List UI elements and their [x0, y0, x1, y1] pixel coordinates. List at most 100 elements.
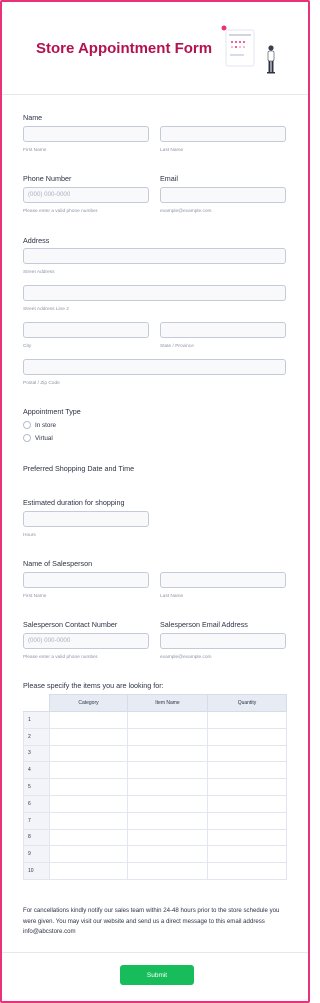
address-label: Address: [23, 236, 50, 245]
form-header: Store Appointment Form: [2, 2, 308, 95]
phone-input[interactable]: (000) 000-0000: [23, 187, 149, 203]
last-name-input[interactable]: [160, 126, 286, 142]
street-address-input[interactable]: [23, 248, 286, 264]
cell-item-name-input[interactable]: [127, 794, 208, 813]
name-label: Name: [23, 113, 43, 122]
salesperson-last-name-sublabel: Last Name: [160, 594, 184, 599]
email-sublabel: example@example.com: [160, 209, 212, 214]
table-row: 10: [23, 862, 287, 880]
table-row: 3: [23, 744, 287, 763]
cell-item-name-input[interactable]: [127, 845, 208, 864]
row-number: 8: [23, 828, 50, 847]
radio-virtual-label: Virtual: [35, 434, 53, 442]
cell-item-name-input[interactable]: [127, 711, 208, 729]
salesperson-phone-input[interactable]: (000) 000-0000: [23, 633, 149, 649]
cell-quantity-input[interactable]: [207, 778, 287, 796]
state-input[interactable]: [160, 322, 286, 338]
row-number: 5: [23, 778, 50, 796]
city-sublabel: City: [23, 344, 32, 349]
cell-category-input[interactable]: [49, 845, 128, 864]
cell-quantity-input[interactable]: [207, 811, 287, 830]
cell-category-input[interactable]: [49, 744, 128, 763]
appointment-calendar-illustration-icon: [221, 25, 275, 74]
cell-category-input[interactable]: [49, 862, 128, 880]
radio-virtual[interactable]: Virtual: [23, 433, 53, 443]
salesperson-email-sublabel: example@example.com: [160, 655, 212, 660]
salesperson-email-input[interactable]: [160, 633, 286, 649]
radio-circle-icon: [23, 434, 31, 442]
appointment-type-label: Appointment Type: [23, 407, 81, 416]
city-input[interactable]: [23, 322, 149, 338]
table-row: 2: [23, 727, 287, 746]
items-table: Category Item Name Quantity 1 2 3 4 5 6 7 8 9 10: [23, 694, 287, 880]
row-number: 6: [23, 794, 50, 813]
salesperson-email-label: Salesperson Email Address: [160, 620, 248, 629]
postal-code-sublabel: Postal / Zip Code: [23, 381, 60, 386]
street-address-line2-input[interactable]: [23, 285, 286, 301]
cell-category-input[interactable]: [49, 727, 128, 746]
table-row: 6: [23, 794, 287, 813]
postal-code-input[interactable]: [23, 359, 286, 375]
email-input[interactable]: [160, 187, 286, 203]
state-sublabel: State / Province: [160, 344, 194, 349]
cell-quantity-input[interactable]: [207, 727, 287, 746]
form-title: Store Appointment Form: [36, 40, 213, 57]
table-row: 1: [23, 711, 287, 729]
cell-quantity-input[interactable]: [207, 711, 287, 729]
cell-category-input[interactable]: [49, 811, 128, 830]
radio-in-store-label: In store: [35, 421, 56, 429]
radio-circle-icon: [23, 421, 31, 429]
street-address-sublabel: Street Address: [23, 270, 55, 275]
phone-placeholder: (000) 000-0000: [28, 191, 71, 198]
first-name-input[interactable]: [23, 126, 149, 142]
cell-item-name-input[interactable]: [127, 862, 208, 880]
phone-sublabel: Please enter a valid phone number.: [23, 209, 99, 214]
row-number: 4: [23, 761, 50, 780]
column-header-category: Category: [49, 694, 128, 712]
cell-category-input[interactable]: [49, 711, 128, 729]
street-address-line2-sublabel: Street Address Line 2: [23, 307, 69, 312]
row-number: 2: [23, 727, 50, 746]
cell-quantity-input[interactable]: [207, 744, 287, 763]
preferred-date-label: Preferred Shopping Date and Time: [23, 464, 135, 473]
submit-button[interactable]: Submit: [120, 965, 194, 985]
cell-item-name-input[interactable]: [127, 727, 208, 746]
cell-quantity-input[interactable]: [207, 794, 287, 813]
phone-label: Phone Number: [23, 174, 72, 183]
cell-item-name-input[interactable]: [127, 778, 208, 796]
cell-category-input[interactable]: [49, 828, 128, 847]
first-name-sublabel: First Name: [23, 148, 47, 153]
duration-sublabel: Hours: [23, 533, 36, 538]
cell-category-input[interactable]: [49, 778, 128, 796]
column-header-item-name: Item Name: [127, 694, 208, 712]
table-corner-cell: [23, 694, 50, 712]
cell-quantity-input[interactable]: [207, 761, 287, 780]
salesperson-last-name-input[interactable]: [160, 572, 286, 588]
salesperson-phone-label: Salesperson Contact Number: [23, 620, 118, 629]
table-row: 4: [23, 761, 287, 780]
salesperson-phone-sublabel: Please enter a valid phone number.: [23, 655, 99, 660]
cell-quantity-input[interactable]: [207, 845, 287, 864]
duration-label: Estimated duration for shopping: [23, 498, 125, 507]
cell-item-name-input[interactable]: [127, 744, 208, 763]
cell-item-name-input[interactable]: [127, 761, 208, 780]
items-label: Please specify the items you are looking…: [23, 681, 164, 690]
cell-item-name-input[interactable]: [127, 828, 208, 847]
last-name-sublabel: Last Name: [160, 148, 184, 153]
row-number: 1: [23, 711, 50, 729]
radio-in-store[interactable]: In store: [23, 420, 56, 430]
row-number: 9: [23, 845, 50, 864]
items-table-header-row: Category Item Name Quantity: [23, 694, 287, 712]
table-row: 9: [23, 845, 287, 864]
cell-quantity-input[interactable]: [207, 828, 287, 847]
cell-category-input[interactable]: [49, 794, 128, 813]
table-row: 8: [23, 828, 287, 847]
column-header-quantity: Quantity: [207, 694, 287, 712]
cell-quantity-input[interactable]: [207, 862, 287, 880]
cancellation-note: For cancellations kindly notify our sale…: [23, 907, 280, 935]
cell-item-name-input[interactable]: [127, 811, 208, 830]
table-row: 7: [23, 811, 287, 830]
salesperson-first-name-input[interactable]: [23, 572, 149, 588]
cell-category-input[interactable]: [49, 761, 128, 780]
duration-input[interactable]: [23, 511, 149, 527]
